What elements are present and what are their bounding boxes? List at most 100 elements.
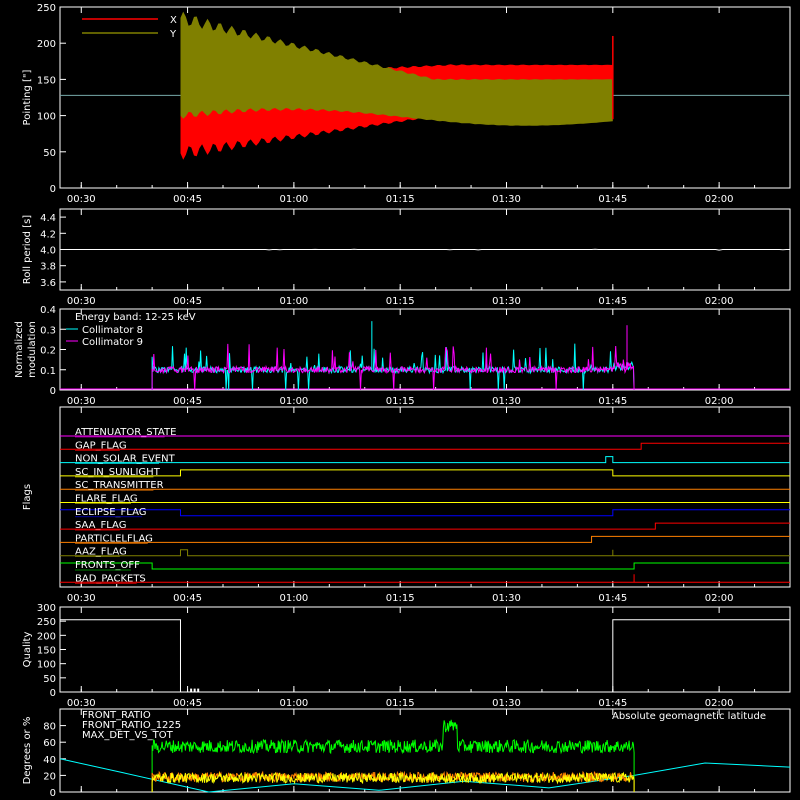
- ratios-ytick-label: 20: [43, 771, 56, 782]
- modulation-ytick-label: 0.3: [40, 325, 56, 336]
- pointing-ytick-label: 200: [37, 39, 56, 50]
- flag-line-fronts_off: [60, 562, 790, 570]
- pointing-ytick-label: 150: [37, 75, 56, 86]
- quality-xtick-label: 01:00: [279, 698, 308, 709]
- flag-label-non_solar_event: NON_SOLAR_EVENT: [75, 454, 176, 465]
- modulation-ytick-label: 0.4: [40, 305, 56, 316]
- modulation-xtick-label: 01:30: [492, 396, 521, 407]
- pointing-ytick-label: 50: [43, 148, 56, 159]
- quality-ylabel: Quality: [22, 632, 33, 668]
- ratios-ytick-label: 80: [43, 722, 56, 733]
- flag-line-eclipse_flag: [60, 509, 790, 517]
- ratios-annotation: Absolute geomagnetic latitude: [612, 711, 766, 722]
- flag-label-saa_flag: SAA_FLAG: [75, 520, 126, 531]
- modulation-xtick-label: 01:15: [386, 396, 415, 407]
- quality-ytick-label: 50: [43, 674, 56, 685]
- roll-xtick-label: 00:45: [173, 296, 202, 307]
- modulation-xtick-label: 01:45: [598, 396, 627, 407]
- pointing-xtick-label: 01:15: [386, 194, 415, 205]
- flag-label-aaz_flag: AAZ_FLAG: [75, 547, 127, 558]
- roll-xtick-label: 01:00: [279, 296, 308, 307]
- ratios-legend-label: MAX_DET_VS_TOT: [82, 730, 174, 741]
- roll-xtick-label: 00:30: [67, 296, 96, 307]
- quality-series: [60, 619, 790, 693]
- roll-ytick-label: 4.4: [40, 213, 56, 224]
- roll-ylabel: Roll period [s]: [22, 215, 33, 284]
- flag-label-flare_flag: FLARE_FLAG: [75, 494, 138, 505]
- quality-xtick-label: 00:45: [173, 698, 202, 709]
- modulation-xtick-label: 00:45: [173, 396, 202, 407]
- quality-xtick-label: 01:45: [598, 698, 627, 709]
- ratios-ytick-label: 60: [43, 738, 56, 749]
- pointing-xtick-label: 00:45: [173, 194, 202, 205]
- flags-xtick-label: 01:00: [279, 593, 308, 604]
- flags-xtick-label: 00:30: [67, 593, 96, 604]
- pointing-xtick-label: 01:30: [492, 194, 521, 205]
- pointing-ytick-label: 250: [37, 3, 56, 14]
- ratios-ylabel: Degrees or %: [22, 717, 33, 785]
- roll-series: [60, 248, 790, 251]
- modulation-xtick-label: 00:30: [67, 396, 96, 407]
- roll-ytick-label: 3.6: [40, 278, 56, 289]
- flag-line-sc_in_sunlight: [60, 469, 790, 477]
- flag-line-aaz_flag: [60, 549, 790, 557]
- flags-ylabel: Flags: [22, 484, 33, 510]
- flag-line-gap_flag: [60, 442, 790, 450]
- pointing-xtick-label: 01:00: [279, 194, 308, 205]
- quality-ytick-label: 100: [37, 660, 56, 671]
- modulation-annotation: Energy band: 12-25 keV: [75, 312, 196, 323]
- quality-ytick-label: 0: [50, 688, 56, 699]
- flag-label-fronts_off: FRONTS_OFF: [75, 560, 140, 571]
- flag-line-particlelflag: [60, 535, 790, 543]
- legend-label-x: X: [170, 15, 177, 26]
- roll-ytick-label: 3.8: [40, 262, 56, 273]
- roll-ytick-label: 4.2: [40, 229, 56, 240]
- pointing-xtick-label: 02:00: [705, 194, 734, 205]
- roll-xtick-label: 02:00: [705, 296, 734, 307]
- quality-ytick-label: 200: [37, 631, 56, 642]
- legend-label-y: Y: [169, 29, 177, 40]
- modulation-ytick-label: 0: [50, 386, 56, 397]
- modulation-ylabel: modulation: [27, 321, 38, 378]
- modulation-legend-label: Collimator 8: [82, 325, 143, 336]
- quality-ytick-label: 250: [37, 617, 56, 628]
- pointing-xtick-label: 00:30: [67, 194, 96, 205]
- modulation-legend-label: Collimator 9: [82, 337, 143, 348]
- flags-xtick-label: 02:00: [705, 593, 734, 604]
- flag-label-particlelflag: PARTICLELFLAG: [75, 533, 153, 544]
- flag-label-gap_flag: GAP_FLAG: [75, 440, 127, 451]
- flag-label-bad_packets: BAD_PACKETS: [75, 573, 146, 584]
- ratios-ytick-label: 40: [43, 755, 56, 766]
- flags-xtick-label: 00:45: [173, 593, 202, 604]
- quality-xtick-label: 01:15: [386, 698, 415, 709]
- quality-xtick-label: 02:00: [705, 698, 734, 709]
- modulation-ytick-label: 0.2: [40, 346, 56, 357]
- quality-ytick-label: 150: [37, 646, 56, 657]
- flags-xtick-label: 01:45: [598, 593, 627, 604]
- pointing-ylabel: Pointing ["]: [22, 69, 33, 125]
- roll-xtick-label: 01:45: [598, 296, 627, 307]
- modulation-xtick-label: 01:00: [279, 396, 308, 407]
- figure: 00:30 00:45 01:00 01:15 01:30 01:45 02:00 0 50 10…: [14, 3, 791, 799]
- pointing-ytick-label: 0: [50, 184, 56, 195]
- pointing-ytick-label: 100: [37, 112, 56, 123]
- quality-ytick-label: 300: [37, 603, 56, 614]
- flags-xtick-label: 01:30: [492, 593, 521, 604]
- flag-label-sc_transmitter: SC_TRANSMITTER: [75, 480, 164, 491]
- flags-xtick-label: 01:15: [386, 593, 415, 604]
- pointing-xtick-label: 01:45: [598, 194, 627, 205]
- flag-line-bad_packets: [60, 574, 790, 583]
- roll-ytick-label: 4.0: [40, 246, 56, 257]
- flag-label-sc_in_sunlight: SC_IN_SUNLIGHT: [75, 467, 161, 478]
- ratios-ytick-label: 0: [50, 788, 56, 799]
- modulation-series-9: [151, 343, 635, 391]
- modulation-ylabel: Normalized: [14, 321, 25, 378]
- flag-label-attenuator_state: ATTENUATOR_STATE: [75, 427, 176, 438]
- roll-xtick-label: 01:15: [386, 296, 415, 307]
- modulation-ytick-label: 0.1: [40, 366, 56, 377]
- quality-xtick-label: 01:30: [492, 698, 521, 709]
- quality-xtick-label: 00:30: [67, 698, 96, 709]
- ratios-geomag-curve: [59, 758, 791, 793]
- modulation-xtick-label: 02:00: [705, 396, 734, 407]
- flag-line-saa_flag: [60, 522, 790, 530]
